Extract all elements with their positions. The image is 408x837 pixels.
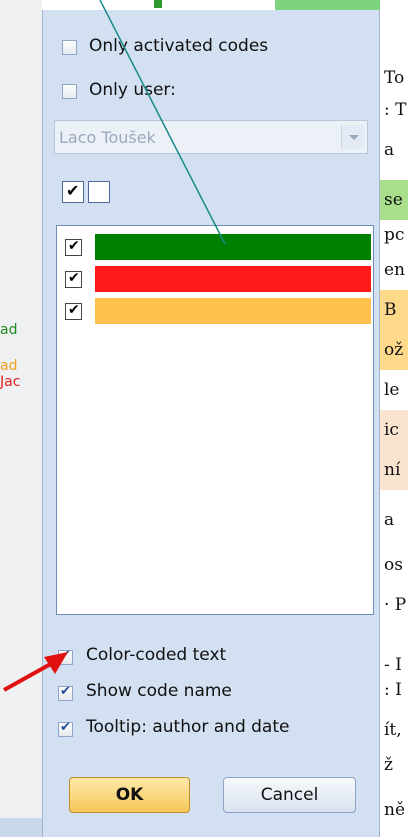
list-item[interactable] <box>65 296 371 326</box>
user-select-value: Laco Toušek <box>59 128 156 147</box>
document-text-fragment: · P <box>384 595 407 615</box>
code-color-swatch <box>95 298 371 324</box>
document-text-fragment: : T <box>384 100 407 120</box>
document-text-fragment: en <box>384 260 406 280</box>
background-status-strip <box>0 818 42 837</box>
code-list <box>56 225 374 615</box>
document-text-fragment: : I <box>384 680 402 700</box>
background-green-mark <box>154 0 162 8</box>
document-text-fragment: ní <box>380 450 408 490</box>
code-color-swatch <box>95 266 371 292</box>
document-text-fragment: a <box>384 510 395 530</box>
background-text-fragment: ad <box>0 322 18 338</box>
document-text-fragment: ož <box>380 330 408 370</box>
code-color-swatch <box>95 234 371 260</box>
user-select[interactable]: Laco Toušek <box>54 120 368 154</box>
background-document-pane: To : T a se pc en B ož le ic ní a os · P… <box>380 0 408 837</box>
background-left-pane: ad ad Jac <box>0 0 42 837</box>
tooltip-author-date-checkbox[interactable] <box>58 720 73 737</box>
background-text-fragment: ad <box>0 358 18 374</box>
show-code-name-checkbox[interactable] <box>58 684 73 701</box>
uncheck-all-button[interactable] <box>88 181 110 203</box>
code-checkbox[interactable] <box>65 238 82 256</box>
list-item[interactable] <box>65 232 371 262</box>
code-checkbox[interactable] <box>65 270 82 288</box>
tooltip-author-date-label: Tooltip: author and date <box>86 717 290 737</box>
document-text-fragment: ít, <box>384 720 402 740</box>
document-text-fragment: ic <box>380 410 408 450</box>
chevron-down-icon[interactable] <box>341 125 364 149</box>
only-user-label: Only user: <box>89 80 176 100</box>
only-activated-label: Only activated codes <box>89 36 269 56</box>
document-text-fragment: le <box>384 380 400 400</box>
document-text-fragment: se <box>380 180 408 220</box>
list-item[interactable] <box>65 264 371 294</box>
only-activated-checkbox[interactable] <box>62 40 77 55</box>
code-checkbox[interactable] <box>65 302 82 320</box>
only-user-checkbox[interactable] <box>62 84 77 99</box>
document-text-fragment: B <box>380 290 408 330</box>
ok-button[interactable]: OK <box>69 777 190 813</box>
document-text-fragment: os <box>384 555 403 575</box>
color-coded-text-checkbox[interactable] <box>58 648 73 665</box>
check-all-button[interactable] <box>62 181 84 203</box>
show-code-name-label: Show code name <box>86 681 232 701</box>
cancel-button[interactable]: Cancel <box>223 777 356 813</box>
document-text-fragment: a <box>384 140 395 160</box>
color-coded-text-label: Color-coded text <box>86 645 227 665</box>
document-text-fragment: ně <box>384 800 406 820</box>
document-text-fragment: ž <box>384 755 393 775</box>
background-text-fragment: Jac <box>0 374 21 390</box>
document-text-fragment: pc <box>384 225 405 245</box>
